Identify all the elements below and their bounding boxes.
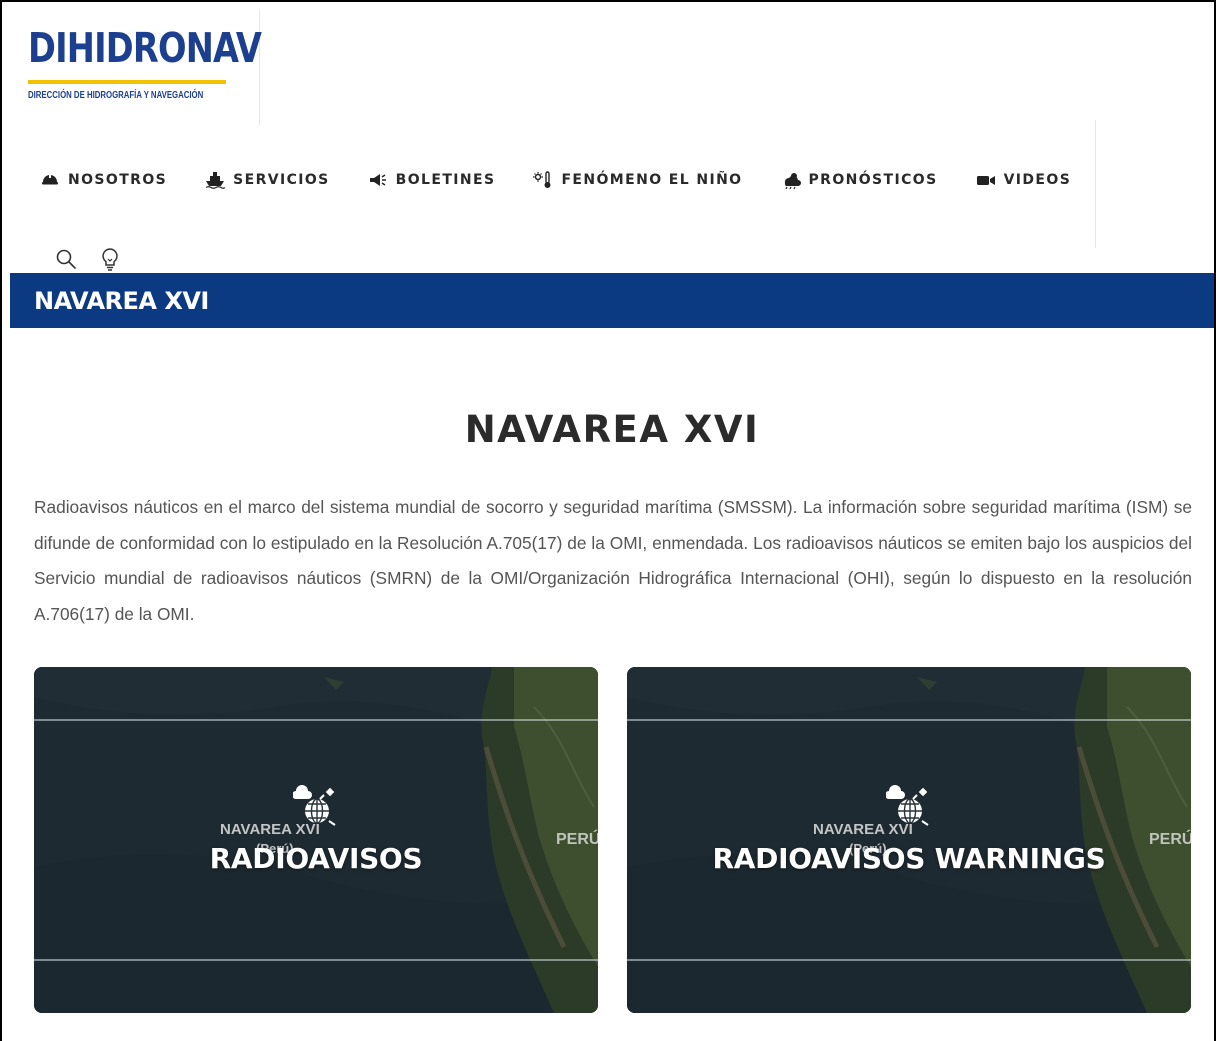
nav-label: BOLETINES	[395, 172, 496, 188]
nav-item-videos[interactable]: VIDEOS	[976, 172, 1072, 188]
ship-icon	[205, 172, 226, 189]
map-boundary-line	[34, 719, 598, 721]
nav-label: NOSOTROS	[68, 172, 168, 188]
nav-label: FENÓMENO EL NIÑO	[561, 172, 743, 188]
nav-item-pronosticos[interactable]: PRONÓSTICOS	[781, 172, 938, 189]
page-title: NAVAREA XVI	[464, 408, 760, 451]
logo-subtitle: DIRECCIÓN DE HIDROGRAFÍA Y NAVEGACIÓN	[28, 90, 204, 101]
nav-item-servicios[interactable]: SERVICIOS	[205, 172, 330, 189]
header-tools	[54, 246, 142, 272]
intro-paragraph: Radioavisos náuticos en el marco del sis…	[34, 497, 1192, 624]
radioavisos-warnings-card[interactable]: NAVAREA XVI (Perú) PERÚ RADIOAVISOS WARN…	[627, 667, 1191, 1013]
logo-accent-bar	[28, 80, 226, 84]
nav-label: VIDEOS	[1003, 172, 1072, 188]
radioavisos-card[interactable]: NAVAREA XVI (Perú) PERÚ RADIOAVISOS	[34, 667, 598, 1013]
map-boundary-line	[34, 959, 598, 961]
cloud-sun-rain-icon	[781, 172, 801, 189]
search-icon[interactable]	[54, 246, 78, 272]
nav-item-fenomeno-el-nino[interactable]: FENÓMENO EL NIÑO	[533, 171, 743, 188]
nav-label: SERVICIOS	[233, 172, 330, 188]
logo[interactable]: DIHIDRONAV DIRECCIÓN DE HIDROGRAFÍA Y NA…	[10, 10, 262, 125]
map-boundary-line	[627, 959, 1191, 961]
nav-item-nosotros[interactable]: NOSOTROS	[40, 172, 167, 188]
satellite-globe-icon	[886, 785, 929, 826]
thermometer-sun-icon	[533, 171, 553, 188]
card-label: RADIOAVISOS WARNINGS	[712, 842, 1106, 875]
map-boundary-line	[627, 719, 1191, 721]
nav-item-boletines[interactable]: BOLETINES	[368, 172, 496, 188]
megaphone-icon	[368, 172, 388, 188]
video-camera-icon	[976, 172, 996, 188]
satellite-globe-icon	[293, 785, 336, 826]
card-label: RADIOAVISOS	[209, 842, 423, 875]
page-title-bar: NAVAREA XVI	[10, 273, 1214, 328]
nav-label: PRONÓSTICOS	[808, 172, 938, 188]
lightbulb-icon[interactable]	[98, 246, 122, 272]
hard-hat-icon	[40, 172, 60, 188]
logo-title: DIHIDRONAV	[28, 24, 262, 72]
page-title-bar-text: NAVAREA XVI	[34, 287, 209, 315]
main-nav: NOSOTROS SERVICIOS BOLETINES FENÓMENO EL…	[40, 171, 1109, 189]
